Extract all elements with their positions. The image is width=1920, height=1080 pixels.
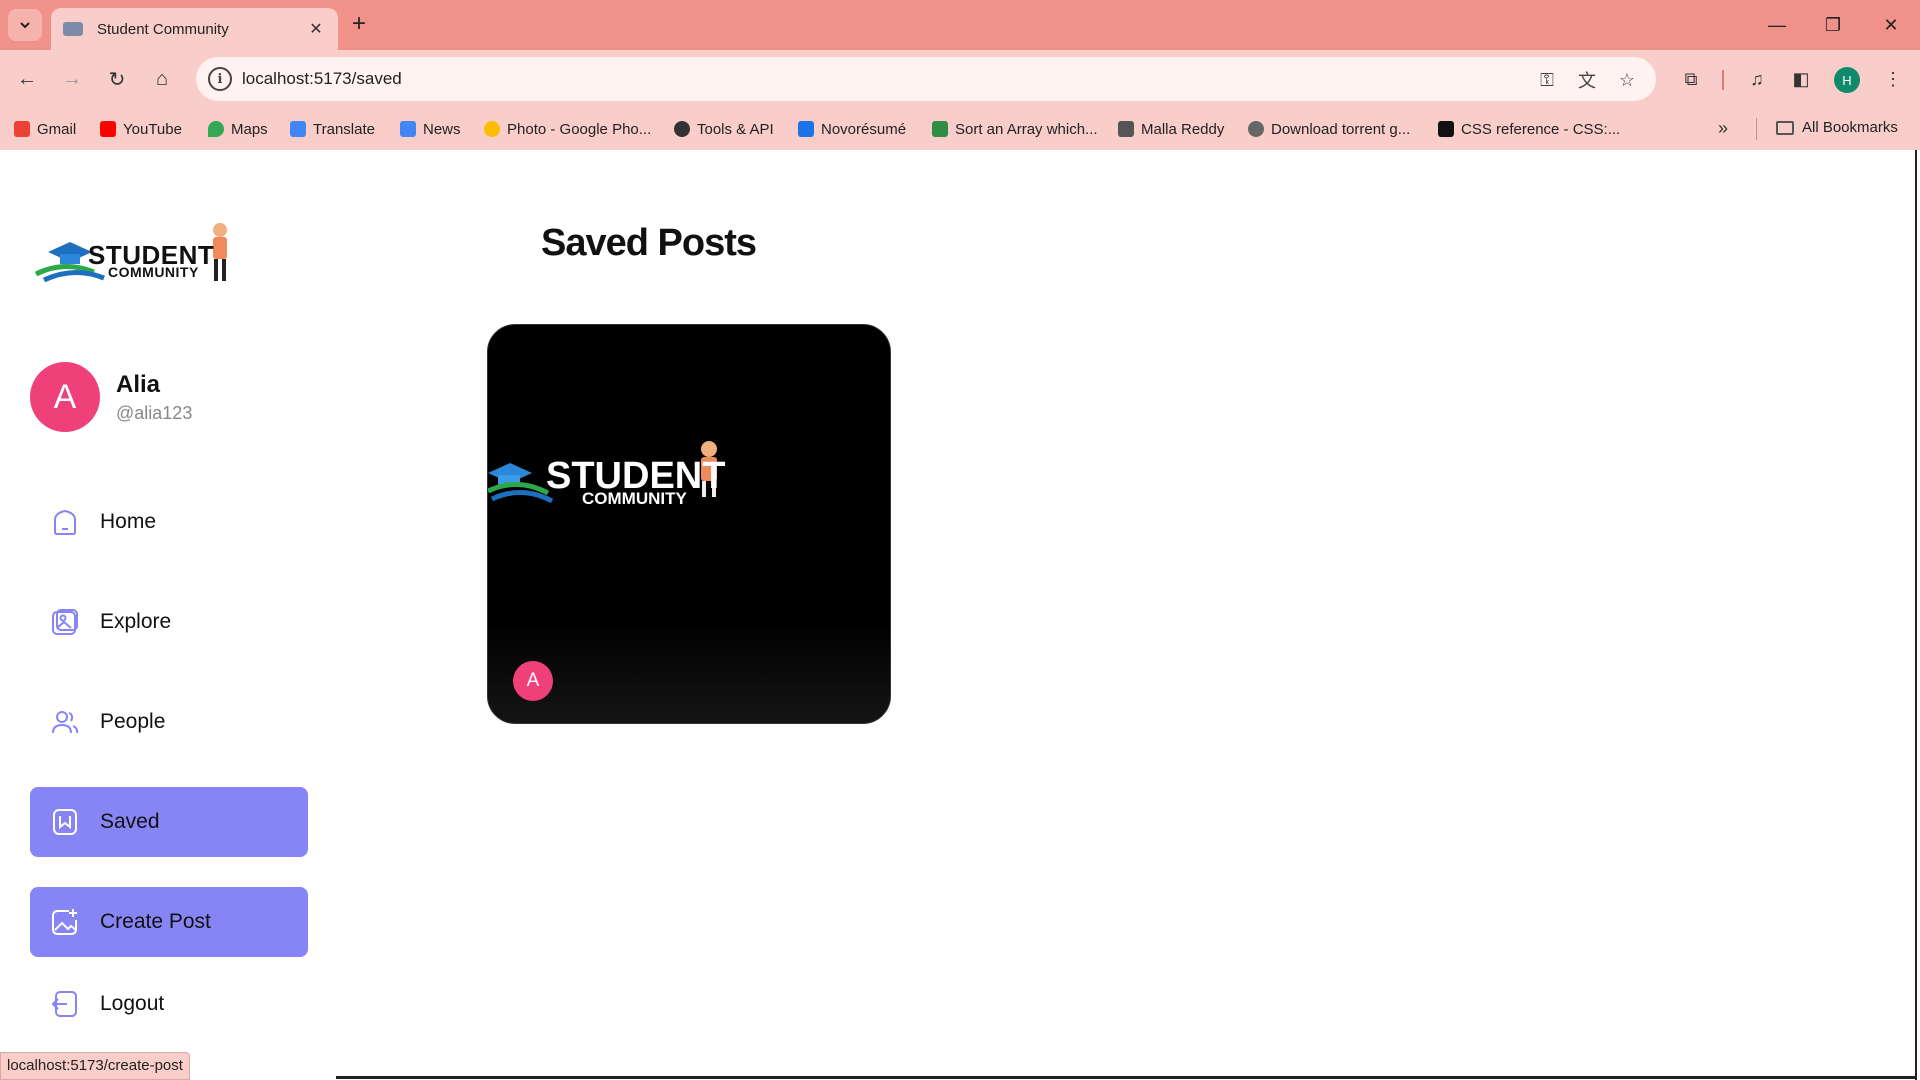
address-bar[interactable]: i localhost:5173/saved ⚿ 文 ☆ [196, 57, 1656, 101]
bookmark-youtube[interactable]: YouTube [100, 119, 182, 139]
app-logo[interactable]: STUDENT COMMUNITY [34, 220, 244, 284]
bookmark-gfg[interactable]: Sort an Array which... [932, 119, 1098, 139]
bookmark-photos[interactable]: Photo - Google Pho... [484, 119, 651, 139]
forward-icon[interactable]: → [57, 64, 87, 94]
reload-icon[interactable]: ↻ [102, 64, 132, 94]
logo-line-2: COMMUNITY [108, 264, 199, 280]
home-icon [50, 507, 80, 537]
translate-bm-icon [290, 121, 306, 137]
folder-icon [1776, 120, 1794, 135]
sidebar-item-people[interactable]: People [30, 687, 308, 757]
browser-toolbar: ← → ↻ ⌂ i localhost:5173/saved ⚿ 文 ☆ ⧉ ♫… [0, 50, 1920, 108]
user-profile[interactable]: A Alia @alia123 [30, 362, 192, 432]
menu-kebab-icon[interactable]: ⋮ [1878, 64, 1908, 94]
minimize-icon[interactable]: — [1762, 10, 1792, 40]
bookmark-translate[interactable]: Translate [290, 119, 375, 139]
nav-label-saved: Saved [100, 810, 160, 833]
bookmark-novoresume[interactable]: Novorésumé [798, 119, 906, 139]
bookmark-maps[interactable]: Maps [208, 119, 268, 139]
bookmark-news[interactable]: News [400, 119, 461, 139]
password-key-icon[interactable]: ⚿ [1534, 67, 1560, 93]
post-author-avatar[interactable]: A [513, 661, 553, 701]
news-icon [400, 121, 416, 137]
translate-icon[interactable]: 文 [1574, 67, 1600, 93]
page-edge-bottom [336, 1076, 1916, 1079]
extensions-icon[interactable]: ⧉ [1676, 64, 1706, 94]
logout-icon [50, 989, 80, 1019]
tab-strip: Student Community ✕ + — ❐ ✕ [0, 0, 1920, 50]
post-image-logo [488, 441, 717, 504]
new-tab-button[interactable]: + [352, 11, 366, 37]
chevron-down-icon [20, 22, 30, 29]
browser-tab[interactable]: Student Community ✕ [51, 8, 338, 50]
explore-icon [50, 607, 80, 637]
page-title: Saved Posts [541, 222, 757, 264]
youtube-icon [100, 121, 116, 137]
side-panel-icon[interactable]: ◧ [1786, 64, 1816, 94]
bookmarks-divider [1756, 118, 1757, 140]
nav-label-people: People [100, 710, 166, 733]
sidebar-item-explore[interactable]: Explore [30, 587, 308, 657]
bookmark-star-icon[interactable]: ☆ [1614, 67, 1640, 93]
bookmark-icon [50, 807, 80, 837]
sidebar-item-saved[interactable]: Saved [30, 787, 308, 857]
create-post-icon [50, 907, 80, 937]
nav-label-home: Home [100, 510, 157, 533]
profile-avatar[interactable]: H [1834, 67, 1860, 93]
torrent-icon [1248, 121, 1264, 137]
user-name: Alia [116, 370, 161, 398]
post-image-text-2: COMMUNITY [582, 489, 687, 508]
nav-label-explore: Explore [100, 610, 172, 633]
window-close-icon[interactable]: ✕ [1876, 10, 1906, 40]
maps-icon [208, 121, 224, 137]
bookmark-tools-api[interactable]: Tools & API [674, 119, 774, 139]
gmail-icon [14, 121, 30, 137]
sidebar-item-home[interactable]: Home [30, 487, 308, 557]
tab-favicon-icon [63, 22, 83, 36]
bookmark-torrent[interactable]: Download torrent g... [1248, 119, 1410, 139]
nav-label-create-post: Create Post [100, 910, 211, 933]
toolbar-divider [1722, 70, 1724, 90]
tab-search-button[interactable] [8, 9, 42, 41]
bookmarks-bar: Gmail YouTube Maps Translate News Photo … [0, 108, 1920, 150]
sidebar-item-create-post[interactable]: Create Post [30, 887, 308, 957]
tab-close-icon[interactable]: ✕ [306, 19, 326, 39]
logout-button[interactable]: Logout [30, 969, 308, 1039]
bookmark-malla-reddy[interactable]: Malla Reddy [1118, 119, 1224, 139]
user-handle: @alia123 [116, 402, 193, 423]
malla-reddy-icon [1118, 121, 1134, 137]
bookmark-css-reference[interactable]: CSS reference - CSS:... [1438, 119, 1620, 139]
page-edge [1915, 150, 1917, 1080]
people-icon [50, 707, 80, 737]
all-bookmarks-button[interactable]: All Bookmarks [1776, 119, 1898, 136]
saved-post-card[interactable]: STUDENT COMMUNITY A [487, 324, 891, 724]
avatar[interactable]: A [30, 362, 100, 432]
status-url-bar: localhost:5173/create-post [0, 1052, 190, 1080]
url-text[interactable]: localhost:5173/saved [242, 69, 402, 89]
back-icon[interactable]: ← [12, 64, 42, 94]
more-bookmarks-icon[interactable]: » [1718, 118, 1728, 139]
bookmark-gmail[interactable]: Gmail [14, 119, 76, 139]
gfg-icon [932, 121, 948, 137]
mdn-icon [1438, 121, 1454, 137]
photos-icon [484, 121, 500, 137]
site-info-icon[interactable]: i [208, 67, 232, 91]
restore-icon[interactable]: ❐ [1818, 10, 1848, 40]
home-browser-icon[interactable]: ⌂ [147, 64, 177, 94]
novoresume-icon [798, 121, 814, 137]
media-controls-icon[interactable]: ♫ [1742, 64, 1772, 94]
tools-api-icon [674, 121, 690, 137]
nav-label-logout: Logout [100, 992, 165, 1015]
tab-title: Student Community [97, 20, 229, 38]
